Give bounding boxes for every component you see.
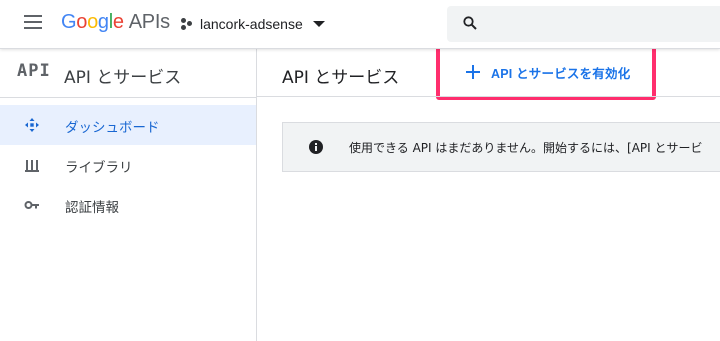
sidebar-item-dashboard[interactable]: ダッシュボード <box>0 105 256 145</box>
project-selector[interactable]: lancork-adsense <box>181 12 325 36</box>
top-app-bar: Google APIs lancork-adsense <box>0 0 720 49</box>
key-icon <box>24 201 39 209</box>
page-title: API とサービス <box>282 68 400 88</box>
search-input[interactable] <box>447 6 720 42</box>
sidebar: API API とサービス ダッシュボード ライブラリ 認証情報 <box>0 49 257 341</box>
sidebar-header: API API とサービス <box>0 49 256 98</box>
enable-apis-label: API とサービスを有効化 <box>491 66 631 81</box>
plus-icon <box>466 65 480 79</box>
google-apis-logo[interactable]: Google APIs <box>61 11 170 34</box>
info-icon <box>309 140 323 154</box>
main-menu-icon[interactable] <box>24 15 42 29</box>
library-icon <box>25 160 39 172</box>
sidebar-title: API とサービス <box>64 68 182 88</box>
sidebar-item-library[interactable]: ライブラリ <box>0 145 256 185</box>
api-icon: API <box>17 61 51 81</box>
sidebar-item-label: ライブラリ <box>65 160 133 176</box>
info-banner: 使用できる API はまだありません。開始するには、[API とサービ <box>282 122 720 172</box>
chevron-down-icon <box>312 21 325 27</box>
enable-apis-button[interactable]: API とサービスを有効化 <box>454 54 648 90</box>
sidebar-item-label: 認証情報 <box>65 200 119 216</box>
divider <box>257 96 720 97</box>
project-name: lancork-adsense <box>200 16 303 32</box>
search-icon <box>463 16 477 30</box>
project-icon <box>181 17 193 31</box>
sidebar-item-label: ダッシュボード <box>65 120 160 136</box>
info-banner-text: 使用できる API はまだありません。開始するには、[API とサービ <box>349 141 703 155</box>
dashboard-icon <box>25 118 39 132</box>
sidebar-item-credentials[interactable]: 認証情報 <box>0 185 256 225</box>
